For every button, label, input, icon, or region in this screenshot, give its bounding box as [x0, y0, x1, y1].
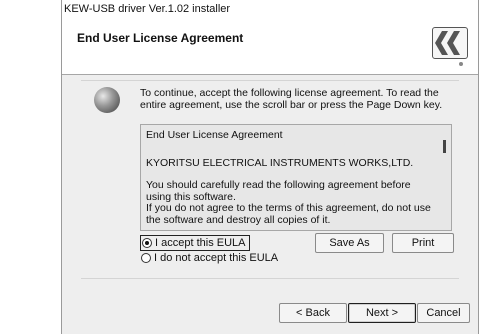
page-title: End User License Agreement	[77, 31, 244, 45]
installer-window: KEW-USB driver Ver.1.02 installer End Us…	[61, 0, 479, 334]
radio-unselected-icon	[141, 253, 151, 263]
save-as-button[interactable]: Save As	[315, 233, 384, 253]
decline-eula-radio[interactable]: I do not accept this EULA	[141, 251, 278, 265]
license-line-read-carefully: You should carefully read the following …	[146, 179, 411, 203]
license-scrollbar[interactable]	[439, 125, 451, 230]
globe-icon	[94, 87, 120, 113]
license-line-title: End User License Agreement	[146, 129, 283, 141]
radio-selected-icon	[142, 238, 152, 248]
license-text: End User License Agreement KYORITSU ELEC…	[146, 129, 431, 226]
accept-eula-radio[interactable]: I accept this EULA	[140, 235, 250, 251]
license-line-company: KYORITSU ELECTRICAL INSTRUMENTS WORKS,LT…	[146, 156, 414, 169]
license-line-do-not-agree: If you do not agree to the terms of this…	[146, 202, 431, 226]
kyoritsu-logo-icon	[432, 27, 468, 66]
print-button[interactable]: Print	[392, 233, 454, 253]
decline-eula-label: I do not accept this EULA	[154, 252, 279, 264]
instructions-text: To continue, accept the following licens…	[140, 87, 443, 111]
accept-eula-label: I accept this EULA	[155, 237, 246, 249]
logo-registered-mark	[459, 62, 463, 66]
license-text-box[interactable]: End User License Agreement KYORITSU ELEC…	[140, 124, 452, 231]
scrollbar-thumb[interactable]	[443, 140, 446, 153]
wizard-header: End User License Agreement	[62, 18, 478, 75]
back-button[interactable]: < Back	[279, 303, 347, 323]
window-title: KEW-USB driver Ver.1.02 installer	[62, 0, 478, 18]
license-panel: To continue, accept the following licens…	[81, 80, 459, 279]
next-button[interactable]: Next >	[348, 303, 416, 323]
cancel-button[interactable]: Cancel	[417, 303, 470, 323]
